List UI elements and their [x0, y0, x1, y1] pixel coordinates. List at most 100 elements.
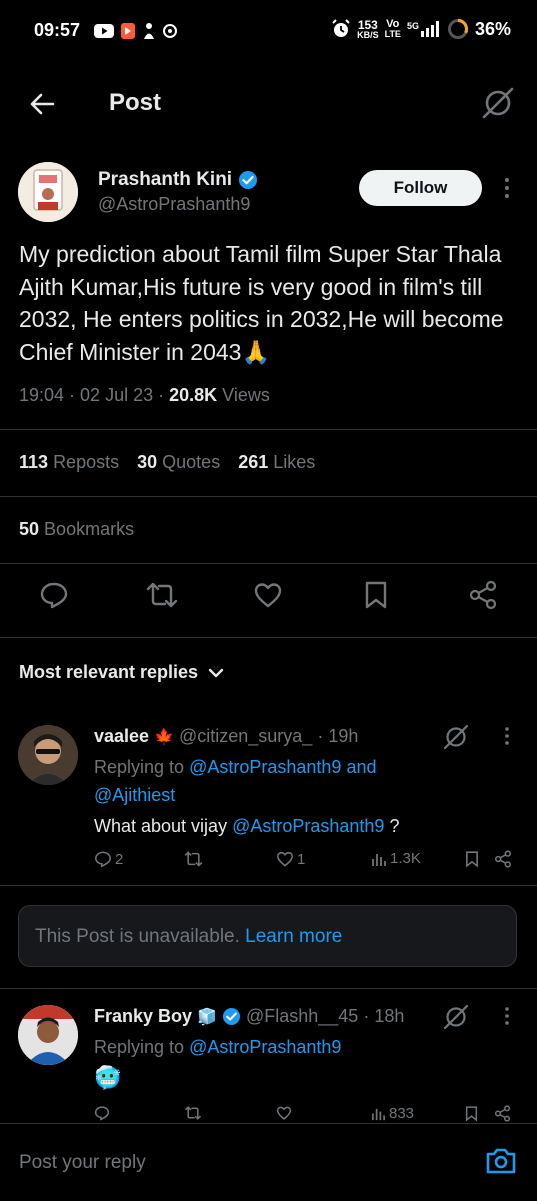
replying-and[interactable]: and [346, 757, 376, 777]
grok-icon [443, 1004, 469, 1030]
network-speed-value: 153 [357, 17, 378, 32]
share-icon [469, 580, 497, 610]
battery-icon [447, 19, 468, 39]
like-button[interactable] [253, 580, 283, 610]
reply-text: What about vijay @AstroPrashanth9 ? [94, 812, 399, 840]
verified-badge-icon [222, 1007, 241, 1026]
grok-icon [443, 724, 469, 750]
share-button[interactable] [468, 580, 498, 610]
reply-comment-button[interactable] [94, 1105, 110, 1121]
reply-age: 19h [328, 726, 359, 746]
reply-share-button[interactable] [494, 1105, 511, 1122]
grok-button[interactable] [442, 723, 470, 751]
volte-bottom: LTE [384, 29, 401, 39]
camera-icon [486, 1148, 516, 1174]
reply-mention[interactable]: @AstroPrashanth9 [232, 816, 384, 836]
divider [0, 429, 537, 430]
reposts-stat[interactable]: 113 Reposts [19, 452, 119, 473]
quotes-stat[interactable]: 30 Quotes [137, 452, 220, 473]
reply-actions: 2 1 1.3K [94, 850, 514, 872]
repost-button[interactable] [146, 580, 178, 610]
likes-count: 261 [238, 452, 269, 472]
reply-input[interactable]: Post your reply [19, 1152, 146, 1174]
reply-more-button[interactable] [503, 1006, 511, 1026]
avatar-image [18, 725, 78, 785]
reply-more-button[interactable] [503, 726, 511, 746]
bookmark-button[interactable] [362, 580, 390, 610]
reply-author-name: Franky Boy [94, 1006, 193, 1026]
back-button[interactable] [28, 90, 56, 118]
reply-like-button[interactable]: 1 [276, 850, 305, 868]
heart-icon [254, 583, 282, 608]
learn-more-link[interactable]: Learn more [245, 926, 342, 947]
reply-author-handle: @Flashh__45 [245, 1006, 359, 1026]
grok-button[interactable] [481, 86, 515, 120]
replying-mention[interactable]: @Ajithiest [94, 785, 175, 805]
repost-icon [185, 1106, 201, 1120]
heart-icon [277, 851, 293, 867]
reply-bookmark-button[interactable] [464, 1105, 479, 1122]
likes-stat[interactable]: 261 Likes [238, 452, 315, 473]
author-avatar[interactable] [18, 162, 78, 222]
page-title: Post [109, 89, 162, 116]
reply-avatar[interactable] [18, 725, 78, 785]
replying-mention[interactable]: @AstroPrashanth9 [189, 757, 341, 777]
views-chart-icon [372, 853, 386, 866]
status-time: 09:57 [34, 20, 81, 40]
alarm-icon [332, 19, 350, 37]
post-meta: 19:04 · 02 Jul 23 · 20.8K Views [19, 385, 270, 405]
bookmarks-stat[interactable]: 50 Bookmarks [19, 519, 134, 540]
reply-like-button[interactable] [276, 1105, 292, 1121]
replying-prefix: Replying to [94, 757, 185, 777]
replying-mention[interactable]: @AstroPrashanth9 [189, 1037, 341, 1057]
grok-button[interactable] [442, 1003, 470, 1031]
author-handle[interactable]: @AstroPrashanth9 [98, 194, 250, 215]
bookmark-icon [365, 581, 387, 609]
reply-author[interactable]: Franky Boy 🧊 @Flashh__45 · 18h [94, 1006, 404, 1027]
bookmarks-label: Bookmarks [44, 519, 135, 539]
reply-comment-button[interactable]: 2 [94, 850, 123, 868]
reply-repost-button[interactable] [184, 850, 203, 868]
reply-author-emoji: 🍁 [154, 728, 174, 746]
reply-views-count: 1.3K [390, 850, 421, 867]
post-views-label: Views [222, 385, 270, 405]
reply-author[interactable]: vaalee 🍁 @citizen_surya_ · 19h [94, 726, 358, 747]
unavailable-post-notice: This Post is unavailable. Learn more [18, 905, 517, 967]
divider [0, 637, 537, 638]
repost-icon [146, 582, 178, 608]
comment-icon [40, 582, 68, 609]
battery-level: 36% [474, 18, 511, 39]
network-speed-unit: KB/S [357, 29, 379, 40]
reply-views-button[interactable]: 833 [371, 1105, 414, 1122]
signal-indicator: 5G [407, 21, 441, 37]
camera-button[interactable] [485, 1146, 517, 1176]
reply-views-button[interactable]: 1.3K [371, 850, 421, 867]
post-views-count: 20.8K [169, 385, 218, 405]
reply-button[interactable] [39, 580, 69, 610]
status-system-icons: 153 KB/S Vo LTE 5G 36% [331, 18, 511, 40]
reply-avatar[interactable] [18, 1005, 78, 1065]
replying-to: Replying to @AstroPrashanth9 [94, 1033, 341, 1061]
quotes-label: Quotes [162, 452, 221, 472]
more-vertical-icon [505, 1007, 509, 1025]
replies-sort-label: Most relevant replies [19, 662, 199, 682]
chevron-down-icon [208, 668, 224, 677]
comment-icon [95, 851, 111, 868]
more-options-button[interactable] [503, 177, 511, 199]
settings-notification-icon [163, 24, 177, 38]
network-speed: 153 KB/S [357, 19, 379, 40]
bookmark-icon [465, 1106, 478, 1122]
reply-author-name: vaalee [94, 726, 150, 746]
reply-share-button[interactable] [494, 850, 512, 868]
reply-actions: 833 [94, 1105, 514, 1125]
post-text-emoji: 🙏 [241, 338, 271, 365]
replies-sort-dropdown[interactable]: Most relevant replies [19, 662, 224, 683]
quotes-count: 30 [137, 452, 158, 472]
reply-repost-button[interactable] [184, 1105, 202, 1121]
app-notification-icon [121, 23, 135, 39]
divider [0, 988, 537, 989]
author-name[interactable]: Prashanth Kini [98, 169, 258, 191]
reply-bookmark-button[interactable] [464, 850, 480, 868]
person-notification-icon [144, 23, 154, 39]
follow-button[interactable]: Follow [359, 170, 482, 206]
